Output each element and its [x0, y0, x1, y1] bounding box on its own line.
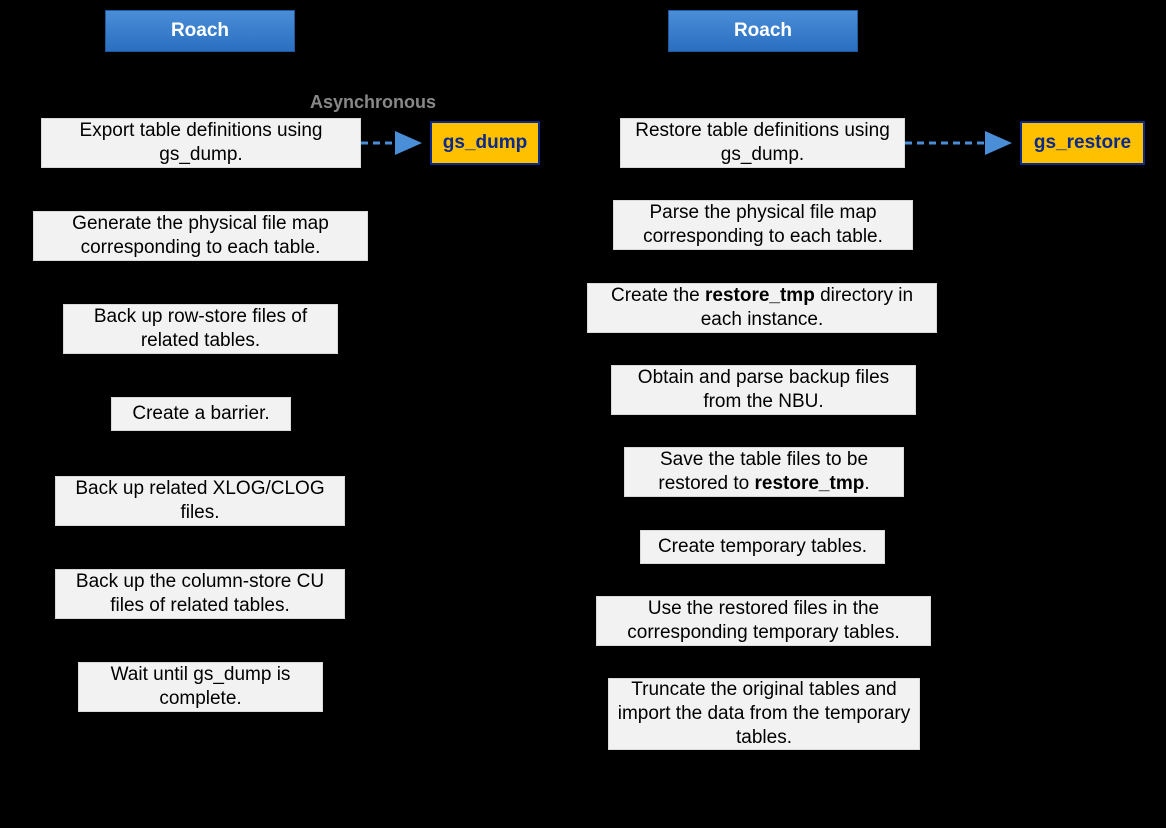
left-step-6-text: Back up the column-store CU files of rel…: [62, 570, 338, 618]
right-step-1: Restore table definitions using gs_dump.: [620, 118, 905, 168]
right-step-1-text: Restore table definitions using gs_dump.: [627, 119, 898, 167]
right-step-5: Save the table files to be restored to r…: [624, 447, 904, 497]
gs-dump-text: gs_dump: [443, 132, 527, 154]
left-roach-header-text: Roach: [171, 20, 229, 42]
left-step-4-text: Create a barrier.: [132, 402, 269, 426]
left-step-4: Create a barrier.: [111, 397, 291, 431]
left-step-3-text: Back up row-store files of related table…: [70, 305, 331, 353]
gs-restore-text: gs_restore: [1034, 132, 1131, 154]
left-step-7-text: Wait until gs_dump is complete.: [85, 663, 316, 711]
right-step-4-text: Obtain and parse backup files from the N…: [618, 366, 909, 414]
right-step-4: Obtain and parse backup files from the N…: [611, 365, 916, 415]
left-step-1-text: Export table definitions using gs_dump.: [48, 119, 354, 167]
right-step-8: Truncate the original tables and import …: [608, 678, 920, 750]
arrow-to-gsrestore: [905, 135, 1021, 151]
arrow-to-gsdump: [361, 135, 431, 151]
right-step-6-text: Create temporary tables.: [658, 535, 867, 559]
left-step-5-text: Back up related XLOG/CLOG files.: [62, 477, 338, 525]
right-roach-header: Roach: [668, 10, 858, 52]
left-step-3: Back up row-store files of related table…: [63, 304, 338, 354]
right-step-7-text: Use the restored files in the correspond…: [603, 597, 924, 645]
left-step-7: Wait until gs_dump is complete.: [78, 662, 323, 712]
gs-restore-box: gs_restore: [1020, 121, 1145, 165]
async-label: Asynchronous: [310, 92, 436, 113]
right-step-2-text: Parse the physical file map correspondin…: [620, 201, 906, 249]
left-step-1: Export table definitions using gs_dump.: [41, 118, 361, 168]
left-step-5: Back up related XLOG/CLOG files.: [55, 476, 345, 526]
right-step-3: Create the restore_tmp directory in each…: [587, 283, 937, 333]
right-step-3-text: Create the restore_tmp directory in each…: [594, 284, 930, 332]
right-step-7: Use the restored files in the correspond…: [596, 596, 931, 646]
right-step-5-text: Save the table files to be restored to r…: [631, 448, 897, 496]
right-step-8-text: Truncate the original tables and import …: [615, 678, 913, 749]
right-step-2: Parse the physical file map correspondin…: [613, 200, 913, 250]
gs-dump-box: gs_dump: [430, 121, 540, 165]
left-step-2: Generate the physical file map correspon…: [33, 211, 368, 261]
left-step-6: Back up the column-store CU files of rel…: [55, 569, 345, 619]
right-roach-header-text: Roach: [734, 20, 792, 42]
right-step-6: Create temporary tables.: [640, 530, 885, 564]
left-roach-header: Roach: [105, 10, 295, 52]
left-step-2-text: Generate the physical file map correspon…: [40, 212, 361, 260]
